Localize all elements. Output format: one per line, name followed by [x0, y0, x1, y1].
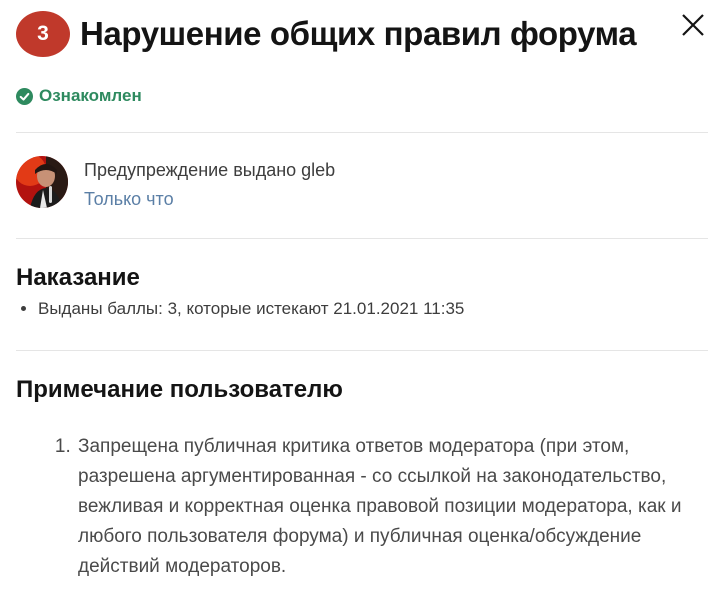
penalty-list: Выданы баллы: 3, которые истекают 21.01.… — [38, 299, 464, 319]
avatar[interactable] — [16, 156, 68, 208]
penalty-item: Выданы баллы: 3, которые истекают 21.01.… — [38, 299, 464, 319]
divider — [16, 350, 708, 351]
note-item: Запрещена публичная критика ответов моде… — [76, 432, 708, 582]
user-note-heading: Примечание пользователю — [16, 376, 343, 403]
page-title: Нарушение общих правил форума — [80, 15, 637, 52]
user-note-list: Запрещена публичная критика ответов моде… — [76, 432, 708, 582]
close-button[interactable] — [678, 10, 708, 40]
penalty-heading: Наказание — [16, 264, 140, 291]
avatar-image — [16, 156, 68, 208]
acknowledged-label: Ознакомлен — [39, 86, 142, 105]
divider — [16, 238, 708, 239]
timestamp-link[interactable]: Только что — [84, 189, 174, 210]
check-circle-icon — [16, 87, 33, 105]
close-icon — [682, 14, 704, 36]
points-badge: 3 — [16, 11, 70, 57]
acknowledged-status: Ознакомлен — [16, 86, 142, 106]
issuer-block: Предупреждение выдано gleb Только что — [16, 156, 335, 210]
divider — [16, 132, 708, 133]
warning-header: 3 Нарушение общих правил форума — [16, 10, 714, 58]
issued-by-text: Предупреждение выдано gleb — [84, 160, 336, 180]
